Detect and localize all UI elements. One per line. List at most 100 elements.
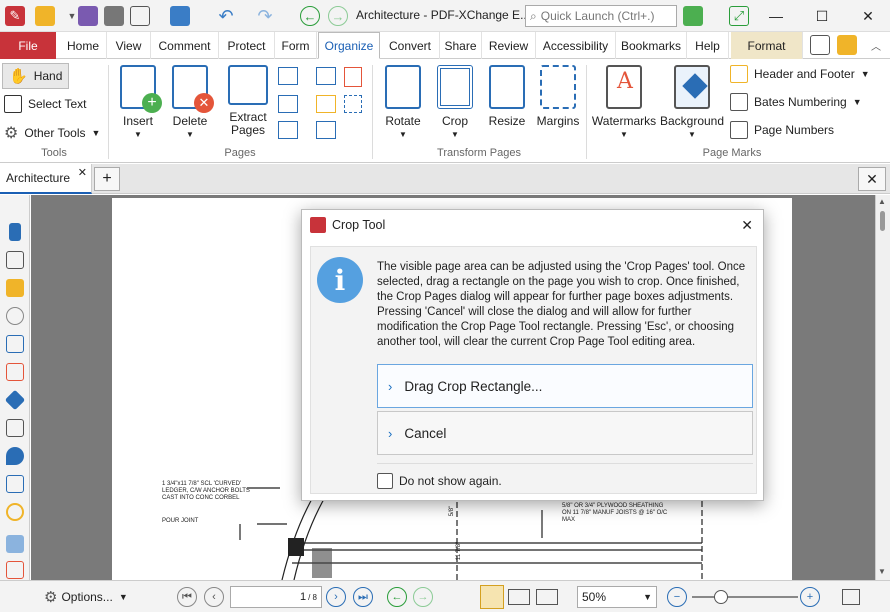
back-icon[interactable]: ← [300, 6, 320, 26]
prev-page-button[interactable]: ‹ [204, 587, 224, 607]
tab-form[interactable]: Form [275, 32, 317, 59]
fullscreen-icon[interactable]: ⤢ [729, 6, 749, 26]
app-logo-icon [310, 217, 326, 233]
thumbnails-icon[interactable] [6, 251, 24, 269]
close-document-button[interactable]: ✕ [858, 167, 886, 191]
close-tab-icon[interactable]: ✕ [78, 166, 87, 179]
do-not-show-checkbox[interactable]: Do not show again. [377, 473, 502, 489]
order-icon[interactable] [6, 561, 24, 579]
back-view-button[interactable]: ← [387, 587, 407, 607]
document-tab[interactable]: Architecture ✕ [0, 164, 92, 194]
zoom-select[interactable]: 50% ▼ [577, 586, 657, 608]
close-window-button[interactable]: ✕ [848, 4, 888, 28]
insert-button[interactable]: + Insert ▼ [115, 65, 162, 141]
crop-button[interactable]: Crop ▼ [432, 65, 478, 141]
bates-numbering-button[interactable]: Bates Numbering ▼ [730, 93, 862, 111]
structure-icon[interactable] [6, 475, 24, 493]
move-pages-icon[interactable] [278, 67, 298, 85]
links-icon[interactable] [6, 503, 24, 521]
extract-pages-button[interactable]: Extract Pages [222, 65, 274, 137]
forward-view-button[interactable]: → [413, 587, 433, 607]
print-icon[interactable] [104, 6, 124, 26]
next-page-button[interactable]: › [326, 587, 346, 607]
articles-icon[interactable] [6, 419, 24, 437]
cancel-button[interactable]: › Cancel [377, 411, 753, 455]
tab-home[interactable]: Home [60, 32, 107, 59]
scroll-down-icon[interactable]: ▼ [878, 567, 886, 576]
email-icon[interactable] [130, 6, 150, 26]
last-page-button[interactable]: ⏭ [353, 587, 373, 607]
header-footer-button[interactable]: Header and Footer ▼ [730, 65, 870, 83]
hand-tool-button[interactable]: ✋ Hand [2, 63, 70, 89]
undo-icon[interactable]: ↶ [216, 6, 236, 26]
tab-review[interactable]: Review [482, 32, 536, 59]
document-icon[interactable] [810, 35, 830, 55]
comments-icon[interactable] [6, 279, 24, 297]
open-folder-icon[interactable] [35, 6, 55, 26]
margins-button[interactable]: Margins [534, 65, 582, 128]
zoom-out-button[interactable]: − [667, 587, 687, 607]
tab-file[interactable]: File [0, 32, 56, 59]
content-icon[interactable] [6, 335, 24, 353]
page-numbers-button[interactable]: Page Numbers [730, 121, 834, 139]
folder-search-icon[interactable] [837, 35, 857, 55]
delete-button[interactable]: ✕ Delete ▼ [167, 65, 214, 141]
fit-page-icon[interactable] [842, 589, 860, 605]
replace-pages-icon[interactable] [344, 67, 362, 87]
other-tools-button[interactable]: ⚙ Other Tools ▼ [4, 123, 100, 143]
attachment-icon[interactable] [6, 307, 24, 325]
rotate-button[interactable]: Rotate ▼ [380, 65, 426, 141]
minimize-button[interactable]: — [756, 4, 796, 28]
bookmark-icon[interactable] [9, 223, 21, 241]
tab-view[interactable]: View [107, 32, 151, 59]
continuous-view-icon[interactable] [536, 589, 558, 605]
scroll-up-icon[interactable]: ▲ [878, 197, 886, 206]
tags-icon[interactable] [6, 535, 24, 553]
tab-share[interactable]: Share [440, 32, 482, 59]
duplicate-pages-icon[interactable] [316, 67, 336, 85]
select-text-button[interactable]: Select Text [4, 95, 86, 113]
destinations-icon[interactable] [6, 447, 24, 465]
tab-format[interactable]: Format [731, 32, 803, 59]
crop-tool-dialog: Crop Tool ✕ i The visible page area can … [301, 209, 764, 501]
layers-icon[interactable] [4, 389, 26, 411]
tab-protect[interactable]: Protect [219, 32, 275, 59]
single-page-view-icon[interactable] [480, 585, 504, 609]
collapse-ribbon-icon[interactable]: ︿ [866, 35, 886, 55]
drag-crop-rectangle-button[interactable]: › Drag Crop Rectangle... [377, 364, 753, 408]
tab-bookmarks[interactable]: Bookmarks [616, 32, 687, 59]
reverse-pages-icon[interactable] [316, 121, 336, 139]
resize-button[interactable]: Resize [484, 65, 530, 128]
vertical-scrollbar[interactable]: ▲ ▼ [875, 195, 890, 580]
tab-organize[interactable]: Organize [318, 32, 380, 59]
checkbox-box[interactable] [377, 473, 393, 489]
two-page-view-icon[interactable] [508, 589, 530, 605]
background-button[interactable]: Background ▼ [658, 65, 726, 141]
first-page-button[interactable]: ⏮ [177, 587, 197, 607]
scan-icon[interactable] [170, 6, 190, 26]
tab-convert[interactable]: Convert [381, 32, 440, 59]
split-pages-icon[interactable] [278, 95, 298, 113]
signatures-icon[interactable] [6, 363, 24, 381]
insert-blank-icon[interactable] [316, 95, 336, 113]
options-button[interactable]: ⚙ Options... ▼ [44, 588, 128, 606]
customize-icon[interactable] [683, 6, 703, 26]
tab-help[interactable]: Help [687, 32, 729, 59]
swap-pages-icon[interactable] [278, 121, 298, 139]
quick-launch-input[interactable]: ⌕ Quick Launch (Ctrl+.) [525, 5, 677, 27]
scrollbar-thumb[interactable] [880, 211, 885, 231]
watermarks-button[interactable]: A Watermarks ▼ [592, 65, 656, 141]
redo-icon[interactable]: ↷ [255, 6, 275, 26]
close-dialog-button[interactable]: ✕ [741, 217, 753, 234]
zoom-slider[interactable] [692, 596, 798, 598]
tab-comment[interactable]: Comment [151, 32, 219, 59]
forward-icon[interactable]: → [328, 6, 348, 26]
zoom-slider-handle[interactable] [714, 590, 728, 604]
save-icon[interactable] [78, 6, 98, 26]
new-tab-button[interactable]: + [94, 167, 120, 191]
crop-pages-small-icon[interactable] [344, 95, 362, 113]
page-number-input[interactable]: 1 / 8 [230, 586, 322, 608]
tab-accessibility[interactable]: Accessibility [536, 32, 616, 59]
zoom-in-button[interactable]: + [800, 587, 820, 607]
maximize-button[interactable]: ☐ [802, 4, 842, 28]
